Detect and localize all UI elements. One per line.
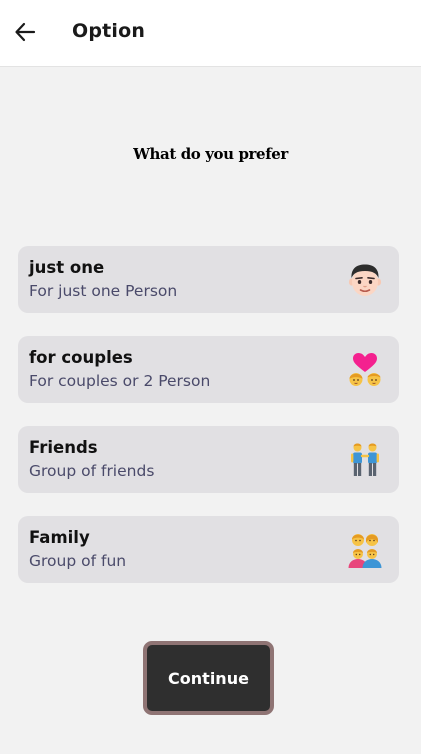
two-men-holding-hands-icon <box>351 443 379 476</box>
option-subtitle: For just one Person <box>29 282 178 300</box>
option-subtitle: Group of fun <box>29 552 127 570</box>
option-title: for couples <box>29 348 133 367</box>
family-icon <box>348 534 382 568</box>
option-title: just one <box>29 258 105 277</box>
question-heading: What do you prefer <box>133 145 288 163</box>
option-card-just-one[interactable]: just one For just one Person <box>18 246 399 313</box>
option-card-family[interactable]: Family Group of fun <box>18 516 399 583</box>
option-subtitle: Group of friends <box>29 462 155 480</box>
couple-with-heart-icon <box>349 353 381 386</box>
option-title: Friends <box>29 438 98 457</box>
man-face-icon <box>348 264 382 296</box>
back-button[interactable] <box>10 17 40 47</box>
option-title: Family <box>29 528 90 547</box>
continue-button[interactable]: Continue <box>143 641 274 715</box>
app-bar: Option <box>0 0 421 67</box>
option-card-friends[interactable]: Friends Group of friends <box>18 426 399 493</box>
option-subtitle: For couples or 2 Person <box>29 372 211 390</box>
option-card-couples[interactable]: for couples For couples or 2 Person <box>18 336 399 403</box>
page-title: Option <box>72 20 146 42</box>
back-arrow-icon <box>15 22 36 42</box>
